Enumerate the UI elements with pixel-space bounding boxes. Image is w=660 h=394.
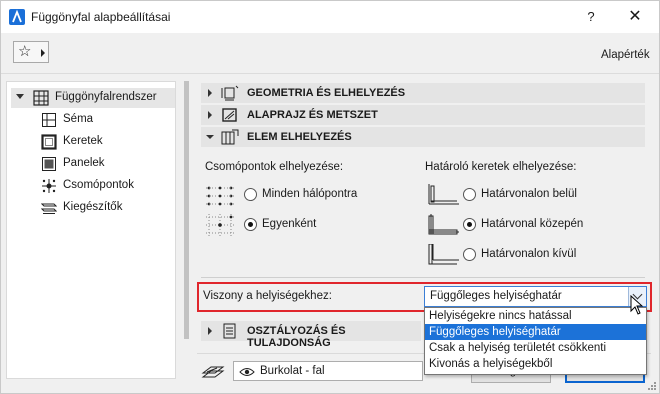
- eye-icon: [239, 368, 255, 376]
- radio-individually[interactable]: Egyenként: [241, 214, 381, 236]
- mouse-cursor-icon: [630, 295, 644, 315]
- title-bar: Függönyfal alapbeállításai ? ✕: [1, 1, 659, 33]
- window-title: Függönyfal alapbeállításai: [31, 10, 171, 24]
- inside-boundary-icon: [428, 184, 459, 205]
- tree-item-label: Keretek: [63, 135, 103, 147]
- tree-root-label: Függönyfalrendszer: [55, 91, 157, 103]
- section-label: ALAPRAJZ ÉS METSZET: [247, 109, 378, 121]
- curtain-wall-icon: [33, 90, 49, 106]
- section-label: ELEM ELHELYEZÉS: [247, 131, 352, 143]
- collapsed-arrow-icon: [208, 327, 212, 335]
- help-button[interactable]: ?: [579, 7, 603, 27]
- dialog-window: Függönyfal alapbeállításai ? ✕ ☆ Alapért…: [0, 0, 660, 394]
- tree-item-label: Panelek: [63, 157, 105, 169]
- junctions-placement-label: Csomópontok elhelyezése:: [205, 161, 344, 173]
- default-label: Alapérték: [601, 49, 650, 61]
- collapsed-arrow-icon: [208, 111, 212, 119]
- all-grid-points-icon: [206, 186, 234, 206]
- divider: [201, 277, 645, 278]
- expand-arrow-icon: [16, 94, 24, 99]
- relation-options-list: Helyiségekre nincs hatással Függőleges h…: [424, 307, 647, 375]
- expanded-arrow-icon: [206, 135, 214, 139]
- tree-item-curtain-wall-system[interactable]: Függönyfalrendszer: [11, 88, 175, 108]
- tree-item-label: Csomópontok: [63, 179, 134, 191]
- close-button[interactable]: ✕: [623, 7, 647, 27]
- collapsed-arrow-icon: [208, 89, 212, 97]
- classification-icon: [223, 323, 236, 339]
- junctions-icon: [42, 179, 56, 193]
- element-placement-icon: [221, 129, 239, 145]
- tree-item-accessories[interactable]: Kiegészítők: [39, 198, 169, 218]
- surface-value: Burkolat - fal: [260, 365, 325, 377]
- radio-label: Egyenként: [262, 218, 317, 230]
- dropdown-value: Függőleges helyiséghatár: [430, 290, 562, 302]
- star-icon: ☆: [18, 43, 32, 60]
- floorplan-icon: [222, 108, 237, 122]
- section-floorplan[interactable]: ALAPRAJZ ÉS METSZET: [201, 105, 645, 125]
- geometry-icon: [221, 85, 239, 101]
- frames-icon: [41, 134, 57, 150]
- settings-tree: Függönyfalrendszer Séma Keretek Panelek: [6, 81, 176, 379]
- radio-circle[interactable]: [244, 188, 257, 201]
- tree-item-panels[interactable]: Panelek: [39, 154, 169, 174]
- divider: [1, 73, 659, 74]
- tree-item-scheme[interactable]: Séma: [39, 110, 169, 130]
- panels-icon: [42, 157, 56, 171]
- play-arrow-icon: [41, 49, 45, 57]
- radio-circle[interactable]: [463, 188, 476, 201]
- relation-to-zones-dropdown[interactable]: Függőleges helyiséghatár: [424, 286, 647, 307]
- radio-circle[interactable]: [463, 248, 476, 261]
- favorites-button[interactable]: ☆: [13, 41, 49, 63]
- individual-points-icon: [206, 214, 234, 236]
- radio-label: Határvonalon belül: [481, 188, 577, 200]
- surface-icon: [201, 366, 225, 378]
- radio-boundary-center[interactable]: Határvonal közepén: [461, 214, 621, 236]
- radio-circle[interactable]: [244, 218, 257, 231]
- tree-item-label: Séma: [63, 113, 94, 125]
- section-label: OSZTÁLYOZÁS ÉS TULAJDONSÁG: [247, 325, 346, 349]
- relation-to-zones-label: Viszony a helyiségekhez:: [203, 290, 332, 302]
- resize-grip-icon[interactable]: [647, 381, 657, 391]
- section-classification[interactable]: OSZTÁLYOZÁS ÉS TULAJDONSÁG: [201, 321, 421, 349]
- tree-item-label: Kiegészítők: [63, 201, 123, 213]
- outside-boundary-icon: [428, 244, 459, 265]
- list-option[interactable]: Csak a helyiség területét csökkenti: [425, 340, 646, 356]
- list-option[interactable]: Függőleges helyiséghatár: [425, 324, 646, 340]
- list-option[interactable]: Helyiségekre nincs hatással: [425, 308, 646, 324]
- list-option[interactable]: Kivonás a helyiségekből: [425, 356, 646, 372]
- radio-inside-boundary[interactable]: Határvonalon belül: [461, 184, 621, 206]
- scheme-icon: [42, 113, 56, 127]
- tree-item-frames[interactable]: Keretek: [39, 132, 169, 152]
- surface-select[interactable]: Burkolat - fal: [233, 361, 423, 381]
- archicad-app-icon: [9, 9, 25, 25]
- boundary-placement-label: Határoló keretek elhelyezése:: [425, 161, 577, 173]
- tree-item-junctions[interactable]: Csomópontok: [39, 176, 169, 196]
- radio-outside-boundary[interactable]: Határvonalon kívül: [461, 244, 621, 266]
- radio-label: Határvonal közepén: [481, 218, 584, 230]
- section-label: GEOMETRIA ÉS ELHELYEZÉS: [247, 87, 406, 99]
- section-element-placement[interactable]: ELEM ELHELYEZÉS: [201, 127, 645, 147]
- centered-boundary-icon: [428, 214, 459, 235]
- radio-label: Minden hálópontra: [262, 188, 358, 200]
- section-geometry[interactable]: GEOMETRIA ÉS ELHELYEZÉS: [201, 83, 645, 103]
- radio-label: Határvonalon kívül: [481, 248, 577, 260]
- radio-all-grid-points[interactable]: Minden hálópontra: [241, 184, 381, 206]
- accessories-icon: [41, 203, 57, 214]
- scrollbar-thumb[interactable]: [184, 81, 189, 339]
- radio-circle[interactable]: [463, 218, 476, 231]
